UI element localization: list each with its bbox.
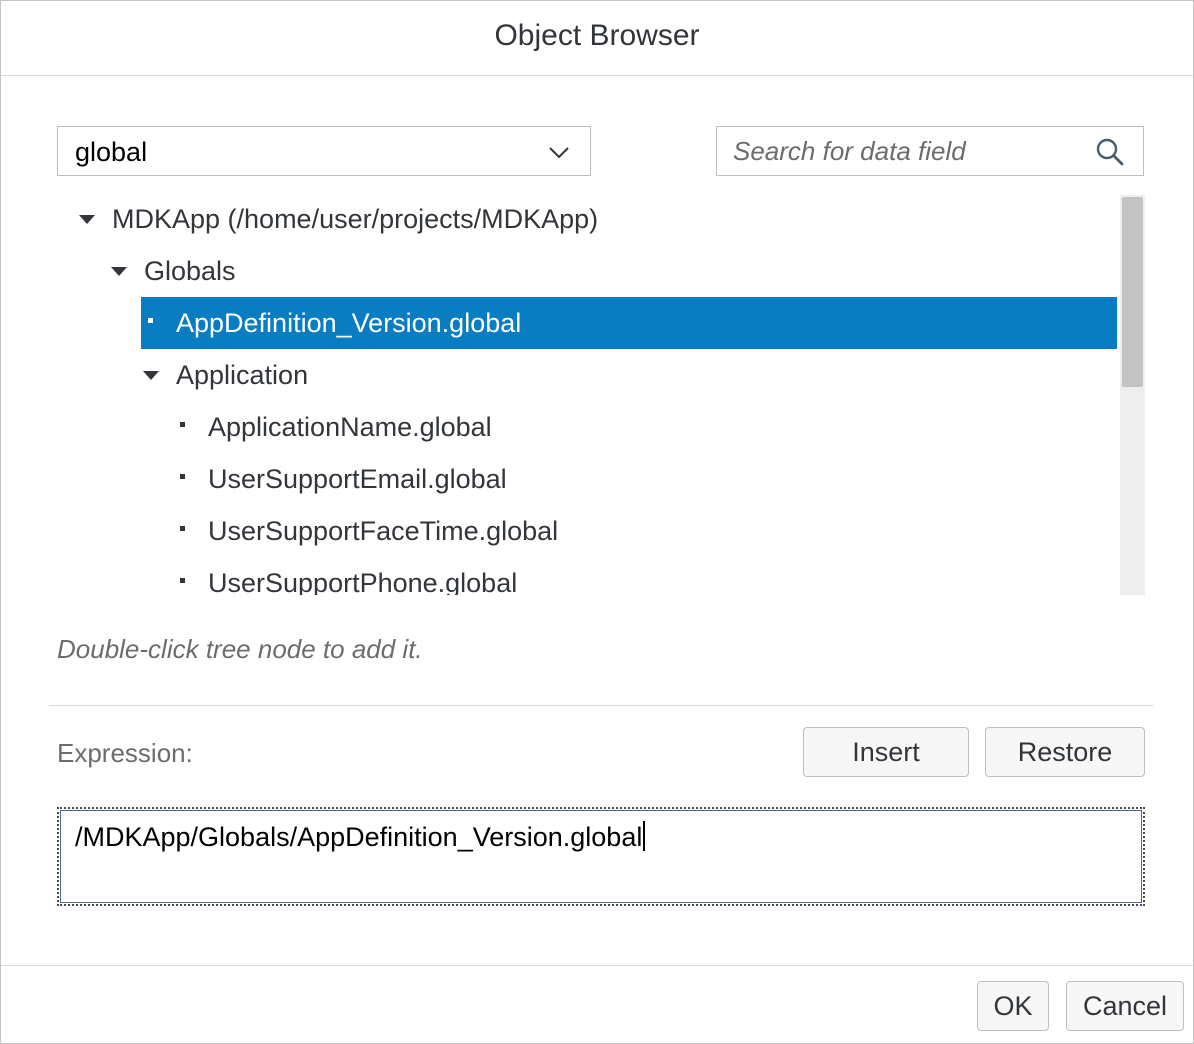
tree-node-mdkapp[interactable]: MDKApp (/home/user/projects/MDKApp)	[79, 193, 598, 245]
expand-arrow-icon[interactable]	[143, 370, 159, 380]
tree-node-label: Application	[176, 359, 309, 390]
tree-node-label: Globals	[144, 255, 236, 286]
cancel-button[interactable]: Cancel	[1066, 981, 1184, 1031]
tree-node-globals[interactable]: Globals	[111, 245, 236, 297]
tree-node-label: ApplicationName.global	[208, 411, 492, 442]
leaf-bullet-icon	[180, 473, 185, 479]
ok-button[interactable]: OK	[977, 981, 1049, 1031]
expression-label: Expression:	[57, 738, 193, 768]
tree-node-application[interactable]: Application	[143, 349, 308, 401]
tree-node-label: AppDefinition_Version.global	[176, 307, 522, 338]
leaf-bullet-icon	[180, 421, 185, 427]
expression-value: /MDKApp/Globals/AppDefinition_Version.gl…	[75, 821, 646, 853]
leaf-bullet-icon	[148, 317, 153, 323]
chevron-down-icon	[549, 147, 569, 159]
tree-node-applicationname[interactable]: ApplicationName.global	[180, 401, 492, 453]
tree-scrollbar[interactable]	[1120, 195, 1145, 595]
object-browser-dialog: Object Browser global MDKApp (/home/user…	[0, 0, 1194, 1044]
dialog-title: Object Browser	[494, 19, 700, 52]
leaf-bullet-icon	[180, 577, 185, 583]
search-field	[716, 126, 1144, 176]
tree-node-label: UserSupportEmail.global	[208, 463, 507, 494]
text-caret	[643, 821, 646, 851]
tree-node-label: UserSupportFaceTime.global	[208, 515, 559, 546]
object-tree: MDKApp (/home/user/projects/MDKApp) Glob…	[57, 193, 1145, 595]
expression-text: /MDKApp/Globals/AppDefinition_Version.gl…	[75, 822, 643, 852]
restore-button[interactable]: Restore	[985, 727, 1145, 777]
hint-text: Double-click tree node to add it.	[57, 634, 423, 664]
section-divider	[49, 705, 1153, 706]
expression-textarea[interactable]: /MDKApp/Globals/AppDefinition_Version.gl…	[57, 807, 1145, 906]
tree-node-appdefinition-version[interactable]: AppDefinition_Version.global	[141, 297, 1117, 349]
expand-arrow-icon[interactable]	[111, 266, 127, 276]
dialog-footer: OK Cancel	[1, 965, 1193, 1044]
tree-node-label: UserSupportPhone.global	[208, 567, 518, 596]
leaf-bullet-icon	[180, 525, 185, 531]
scope-select[interactable]: global	[57, 126, 591, 176]
search-input[interactable]	[717, 127, 1093, 175]
expand-arrow-icon[interactable]	[79, 214, 95, 224]
insert-button[interactable]: Insert	[803, 727, 969, 777]
dialog-header: Object Browser	[1, 1, 1193, 76]
tree-node-usersupportfacetime[interactable]: UserSupportFaceTime.global	[180, 505, 558, 557]
tree-node-label: MDKApp (/home/user/projects/MDKApp)	[112, 203, 599, 234]
search-icon[interactable]	[1095, 137, 1125, 167]
tree-node-usersupportemail[interactable]: UserSupportEmail.global	[180, 453, 507, 505]
scrollbar-thumb[interactable]	[1122, 197, 1143, 387]
tree-node-usersupportphone[interactable]: UserSupportPhone.global	[180, 557, 517, 595]
scope-select-value: global	[75, 137, 148, 167]
